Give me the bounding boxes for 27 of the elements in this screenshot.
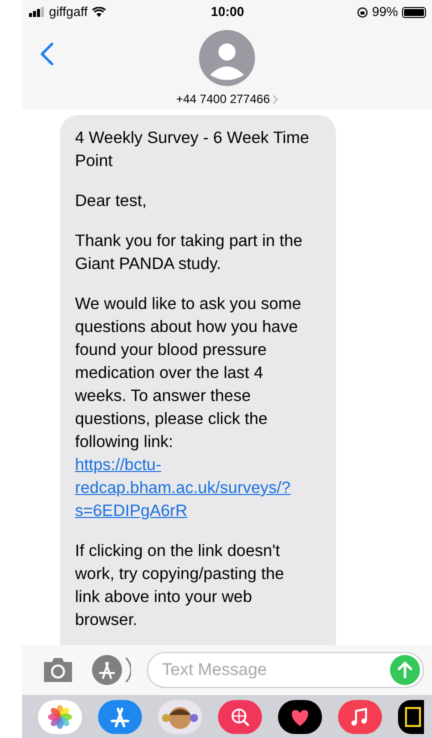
message-text: Thank you for taking part in the Giant PANDA study. <box>75 231 304 275</box>
contact-number[interactable]: +44 7400 277466 <box>176 90 270 108</box>
wifi-icon <box>92 7 106 17</box>
camera-icon[interactable] <box>41 656 75 684</box>
signal-icon <box>29 7 45 17</box>
heart-app-icon[interactable] <box>278 700 322 734</box>
message-text: 4 Weekly Survey - 6 Week Time Point <box>75 128 310 172</box>
rotation-lock-icon <box>356 6 368 18</box>
message-text: Dear test, <box>75 191 148 212</box>
battery-percentage: 99% <box>372 3 398 22</box>
app-icon[interactable] <box>398 700 424 734</box>
status-time: 10:00 <box>210 3 244 22</box>
carrier-name: giffgaff <box>49 3 88 22</box>
battery-icon <box>402 6 426 18</box>
avatar-icon[interactable] <box>199 30 255 86</box>
message-composer[interactable]: Text Message <box>147 652 424 688</box>
photos-app-icon[interactable] <box>38 700 82 734</box>
app-store-icon[interactable] <box>91 654 131 686</box>
message-text: If clicking on the link doesn't work, try copying/pasting the link above into your web browser. <box>75 541 286 631</box>
app-store-icon[interactable] <box>98 700 142 734</box>
back-chevron-icon[interactable] <box>40 42 54 66</box>
chevron-right-icon <box>272 94 278 104</box>
sticker-app-icon[interactable] <box>158 700 202 734</box>
globe-search-icon[interactable] <box>218 700 262 734</box>
message-text: We would like to ask you some questions about how you have found your blood pressure medication over the last 4 weeks. To answer these questions, please click the following link: <box>75 294 302 453</box>
music-app-icon[interactable] <box>338 700 382 734</box>
survey-link[interactable]: https://bctu-redcap.bham.ac.uk/surveys/?s=6EDIPgA6rR <box>75 454 310 523</box>
